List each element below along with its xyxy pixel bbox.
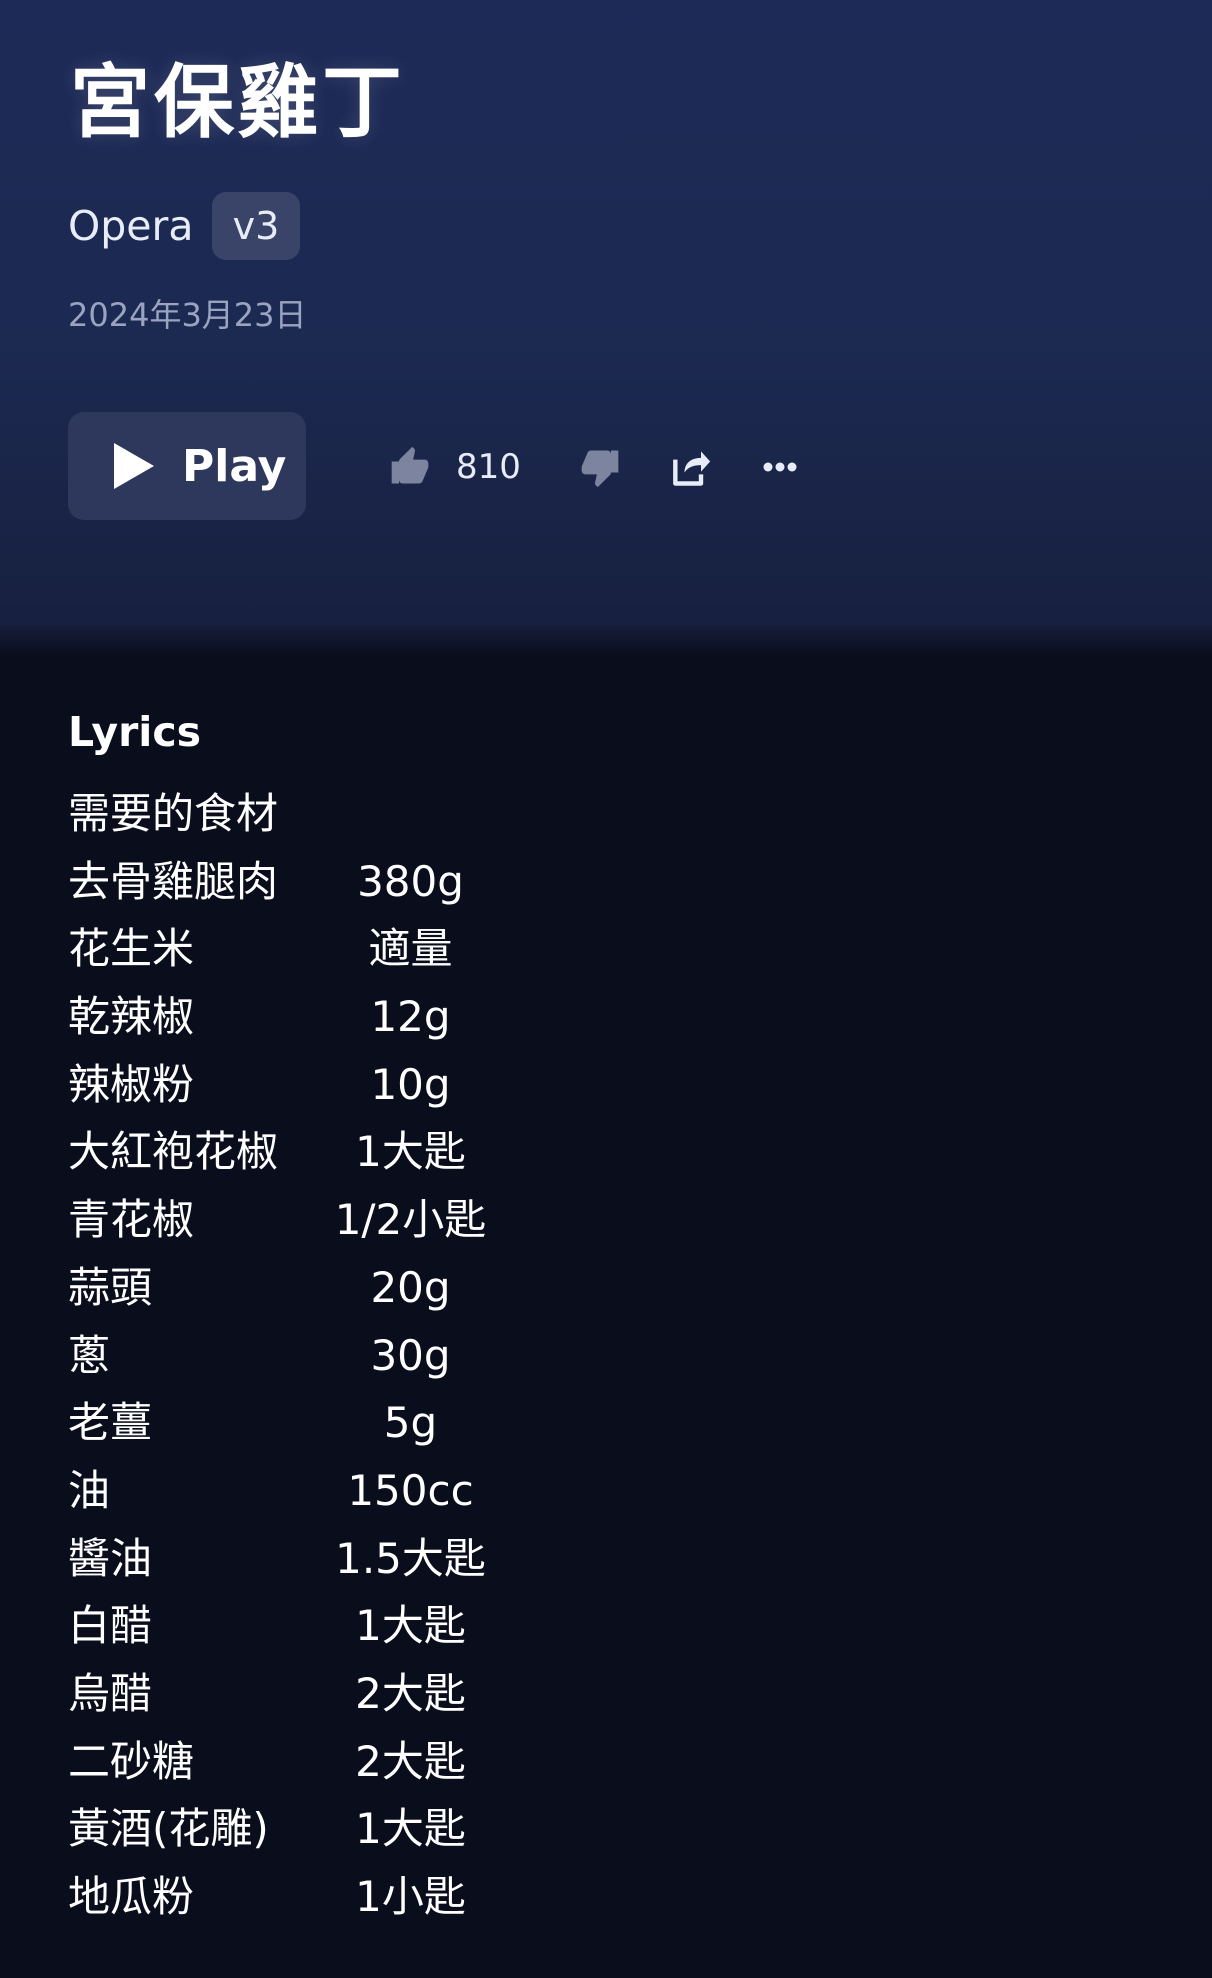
lyrics-body: 需要的食材 去骨雞腿肉 380g 花生米 適量乾辣椒 12g 辣椒粉 10g 大紅袍花椒 1大匙… xyxy=(68,780,518,1931)
ingredient-quantity: 380g xyxy=(357,856,464,906)
lyrics-intro-line: 需要的食材 xyxy=(68,780,518,848)
lyrics-line: 黃酒(花雕) 1大匙 xyxy=(68,1795,518,1863)
ingredient-name: 辣椒粉 xyxy=(68,1059,195,1109)
ingredient-name: 烏醋 xyxy=(68,1668,153,1718)
ingredient-quantity: 5g xyxy=(383,1398,438,1448)
lyrics-line: 辣椒粉 10g xyxy=(68,1051,518,1119)
lyrics-lines: 去骨雞腿肉 380g 花生米 適量 乾辣椒 12g 辣椒粉 10g 大紅袍花椒 1大匙 青花椒 1/2… xyxy=(68,848,518,1931)
thumbs-up-icon xyxy=(391,446,429,484)
lyrics-heading: Lyrics xyxy=(68,708,202,756)
ingredient-name: 青花椒 xyxy=(68,1195,195,1245)
ingredient-name: 白醋 xyxy=(68,1601,153,1651)
ingredient-name: 去骨雞腿肉 xyxy=(68,856,279,906)
play-button[interactable]: Play xyxy=(68,412,306,520)
share-icon xyxy=(673,451,711,486)
ingredient-name: 蔥 xyxy=(68,1330,111,1380)
ingredient-quantity: 30g xyxy=(370,1330,451,1380)
lyrics-line: 醬油 1.5大匙 xyxy=(68,1525,518,1593)
version-badge: v3 xyxy=(212,192,300,260)
song-header: 宮保雞丁 Opera v3 2024年3月23日 Play 810 xyxy=(0,0,1212,655)
ingredient-name: 花生米 xyxy=(68,924,195,974)
lyrics-line: 乾辣椒 12g xyxy=(68,983,518,1051)
ingredient-quantity: 1大匙 xyxy=(355,1804,466,1854)
lyrics-line: 大紅袍花椒 1大匙 xyxy=(68,1118,518,1186)
share-button[interactable] xyxy=(668,432,712,502)
ingredient-name: 地瓜粉 xyxy=(68,1872,195,1921)
lyrics-line: 地瓜粉 1小匙 xyxy=(68,1863,518,1931)
ingredient-quantity: 2大匙 xyxy=(355,1668,466,1718)
lyrics-line: 烏醋 2大匙 xyxy=(68,1660,518,1728)
lyrics-line: 白醋 1大匙 xyxy=(68,1592,518,1660)
ingredient-quantity: 1大匙 xyxy=(355,1601,466,1651)
ingredient-name: 醬油 xyxy=(68,1533,153,1583)
like-button[interactable]: 810 xyxy=(388,432,521,502)
more-button[interactable] xyxy=(762,432,798,502)
like-count: 810 xyxy=(456,447,521,487)
artist-name[interactable]: Opera xyxy=(68,202,194,250)
play-icon xyxy=(114,443,154,489)
ingredient-quantity: 適量 xyxy=(368,924,453,974)
song-title: 宮保雞丁 xyxy=(70,56,406,149)
ingredient-name: 二砂糖 xyxy=(68,1736,195,1786)
lyrics-line: 二砂糖 2大匙 xyxy=(68,1728,518,1796)
play-label: Play xyxy=(182,440,287,492)
lyrics-intro: 需要的食材 xyxy=(68,789,279,838)
ingredient-quantity: 1.5大匙 xyxy=(335,1533,486,1583)
ingredient-quantity: 150cc xyxy=(347,1465,474,1515)
lyrics-line: 蒜頭 20g xyxy=(68,1254,518,1322)
lyrics-line: 青花椒 1/2小匙 xyxy=(68,1186,518,1254)
lyrics-line: 老薑 5g xyxy=(68,1389,518,1457)
ingredient-name: 老薑 xyxy=(68,1398,153,1448)
ingredient-quantity: 12g xyxy=(370,992,451,1042)
ingredient-quantity: 2大匙 xyxy=(355,1736,466,1786)
ingredient-name: 大紅袍花椒 xyxy=(68,1127,279,1177)
lyrics-line: 花生米 適量 xyxy=(68,915,518,983)
ingredient-name: 油 xyxy=(68,1465,111,1515)
lyrics-line: 油 150cc xyxy=(68,1457,518,1525)
ingredient-quantity: 1小匙 xyxy=(355,1872,466,1921)
lyrics-line: 蔥 30g xyxy=(68,1322,518,1390)
release-date: 2024年3月23日 xyxy=(68,296,307,334)
ingredient-quantity: 10g xyxy=(370,1059,451,1109)
ingredient-name: 蒜頭 xyxy=(68,1262,153,1312)
thumbs-down-icon xyxy=(581,450,619,488)
more-icon xyxy=(763,462,797,472)
ingredient-name: 黃酒(花雕) xyxy=(68,1804,269,1854)
ingredient-quantity: 20g xyxy=(370,1262,451,1312)
ingredient-name: 乾辣椒 xyxy=(68,992,195,1042)
ingredient-quantity: 1/2小匙 xyxy=(334,1195,487,1245)
dislike-button[interactable] xyxy=(578,432,622,502)
ingredient-quantity: 1大匙 xyxy=(355,1127,466,1177)
lyrics-line: 去骨雞腿肉 380g xyxy=(68,848,518,916)
